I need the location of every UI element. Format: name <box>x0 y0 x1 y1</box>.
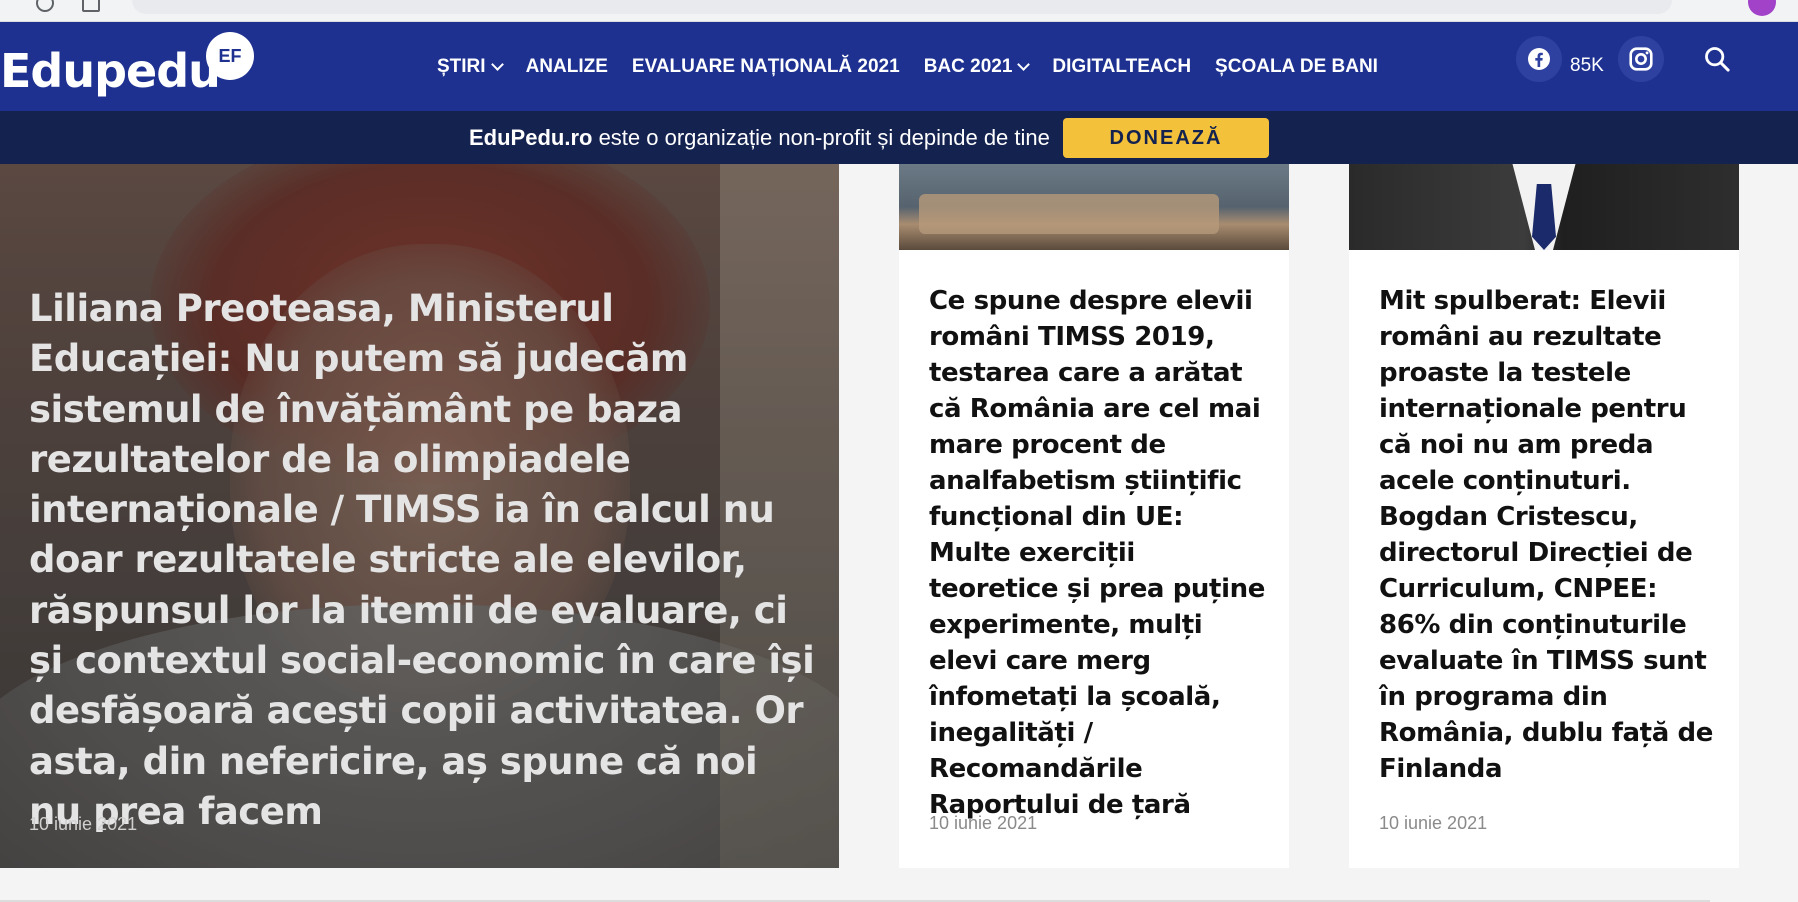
donate-banner: EduPedu.ro este o organizație non-profit… <box>0 111 1798 164</box>
home-icon[interactable] <box>82 0 100 12</box>
browser-toolbar <box>0 0 1798 22</box>
search-icon <box>1705 47 1730 72</box>
article-thumbnail[interactable] <box>1349 164 1739 250</box>
nav-item-evaluare-nationala[interactable]: EVALUARE NAȚIONALĂ 2021 <box>632 56 900 78</box>
instagram-button[interactable] <box>1618 36 1664 82</box>
nav-label: ȘTIRI <box>437 55 486 77</box>
address-bar[interactable] <box>132 0 1672 14</box>
donate-message: EduPedu.ro este o organizație non-profit… <box>469 125 1050 151</box>
nav-label: BAC 2021 <box>923 55 1013 77</box>
hero-article-title[interactable]: Liliana Preoteasa, Ministerul Educației:… <box>29 284 819 837</box>
hero-article-date: 10 iunie 2021 <box>29 814 138 834</box>
facebook-button[interactable] <box>1516 36 1562 82</box>
article-card-title[interactable]: Ce spune despre elevii români TIMSS 2019… <box>929 283 1269 823</box>
article-card-date: 10 iunie 2021 <box>1379 813 1488 833</box>
nav-label: ANALIZE <box>525 55 608 77</box>
facebook-icon <box>1528 48 1550 70</box>
donate-message-text: este o organizație non-profit și depinde… <box>592 125 1050 150</box>
article-card-date: 10 iunie 2021 <box>929 813 1038 833</box>
donate-site-name: EduPedu.ro <box>469 125 593 150</box>
article-thumbnail[interactable] <box>899 164 1289 250</box>
logo-badge-text: EF <box>218 45 242 66</box>
logo-badge-icon[interactable]: EF <box>206 32 254 80</box>
donate-button[interactable]: DONEAZĂ <box>1063 118 1269 158</box>
reload-icon[interactable] <box>36 0 54 12</box>
nav-item-analize[interactable]: ANALIZE <box>526 56 608 78</box>
hero-article[interactable]: Liliana Preoteasa, Ministerul Educației:… <box>0 164 839 868</box>
nav-item-stiri[interactable]: ȘTIRI <box>437 55 504 78</box>
nav-item-scoala-de-bani[interactable]: ȘCOALA DE BANI <box>1215 56 1378 78</box>
nav-label: ȘCOALA DE BANI <box>1215 55 1378 77</box>
thumbnail-detail <box>919 194 1219 234</box>
logo-text[interactable]: Edupedu <box>0 44 221 98</box>
chevron-down-icon <box>490 57 504 71</box>
nav-item-digitalteach[interactable]: DIGITALTEACH <box>1052 56 1191 78</box>
donate-button-label: DONEAZĂ <box>1109 126 1223 149</box>
site-header: Edupedu EF ȘTIRI ANALIZE EVALUARE NAȚION… <box>0 22 1798 111</box>
instagram-icon <box>1629 47 1653 71</box>
nav-label: DIGITALTEACH <box>1052 55 1192 77</box>
article-card[interactable]: Mit spulberat: Elevii români au rezultat… <box>1349 164 1739 868</box>
article-card[interactable]: Ce spune despre elevii români TIMSS 2019… <box>899 164 1289 868</box>
chevron-down-icon <box>1017 57 1031 71</box>
profile-avatar[interactable] <box>1748 0 1776 16</box>
article-card-title[interactable]: Mit spulberat: Elevii români au rezultat… <box>1379 283 1719 787</box>
main-nav: ȘTIRI ANALIZE EVALUARE NAȚIONALĂ 2021 BA… <box>437 22 1378 111</box>
site-logo[interactable]: Edupedu <box>0 44 221 98</box>
facebook-follower-count: 85K <box>1570 55 1604 76</box>
nav-label: EVALUARE NAȚIONALĂ 2021 <box>631 55 900 77</box>
search-button[interactable] <box>1700 42 1734 76</box>
nav-item-bac[interactable]: BAC 2021 <box>923 55 1031 78</box>
